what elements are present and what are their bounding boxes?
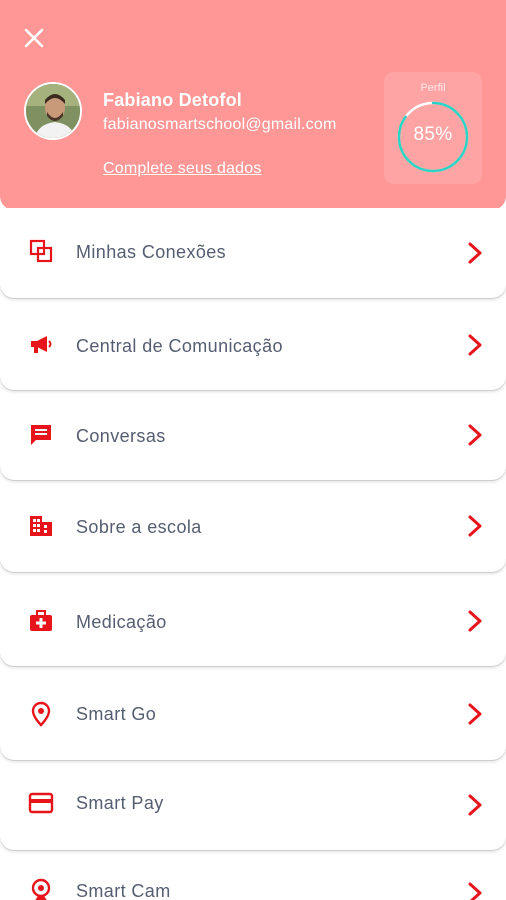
profile-completion-card[interactable]: Perfil 85% <box>384 72 482 184</box>
close-button[interactable] <box>18 22 50 54</box>
menu-label: Smart Pay <box>76 793 164 813</box>
avatar[interactable] <box>24 82 82 140</box>
location-pin-icon <box>31 701 51 727</box>
chevron-right-icon <box>468 610 482 632</box>
webcam-icon <box>31 878 51 900</box>
menu-item-conversas[interactable]: Conversas <box>0 390 506 480</box>
close-icon <box>24 28 44 48</box>
chevron-right-icon <box>468 334 482 356</box>
chevron-right-icon <box>468 242 482 264</box>
profile-header: Fabiano Detofol fabianosmartschool@gmail… <box>0 0 506 210</box>
complete-profile-link[interactable]: Complete seus dados <box>103 160 262 178</box>
menu-label: Minhas Conexões <box>76 242 227 262</box>
connections-icon <box>29 239 53 263</box>
medical-kit-icon <box>30 610 52 631</box>
menu-label: Conversas <box>76 426 166 446</box>
menu-item-smart-cam[interactable]: Smart Cam <box>0 850 506 900</box>
menu-item-central-de-comunicacao[interactable]: Central de Comunicação <box>0 298 506 390</box>
megaphone-icon <box>31 336 52 353</box>
menu-label: Smart Go <box>76 704 157 724</box>
chevron-right-icon <box>468 703 482 725</box>
profile-label: Perfil <box>420 82 446 94</box>
chevron-right-icon <box>468 882 482 900</box>
chat-icon <box>31 425 51 445</box>
chevron-right-icon <box>468 515 482 537</box>
menu-item-medicacao[interactable]: Medicação <box>0 572 506 666</box>
menu-label: Sobre a escola <box>76 517 202 537</box>
credit-card-icon <box>28 792 54 814</box>
profile-percent: 85% <box>413 124 453 145</box>
chevron-right-icon <box>468 424 482 446</box>
avatar-photo <box>26 84 80 138</box>
menu-item-sobre-a-escola[interactable]: Sobre a escola <box>0 480 506 572</box>
menu-label: Medicação <box>76 612 167 632</box>
chevron-right-icon <box>468 794 482 816</box>
user-email: fabianosmartschool@gmail.com <box>103 116 337 133</box>
menu-label: Central de Comunicação <box>76 336 283 356</box>
building-icon <box>30 516 52 536</box>
menu-item-smart-go[interactable]: Smart Go <box>0 666 506 760</box>
menu-item-smart-pay[interactable]: Smart Pay <box>0 760 506 850</box>
menu-item-minhas-conexoes[interactable]: Minhas Conexões <box>0 208 506 298</box>
menu-label: Smart Cam <box>76 881 171 900</box>
user-name: Fabiano Detofol <box>103 90 242 110</box>
